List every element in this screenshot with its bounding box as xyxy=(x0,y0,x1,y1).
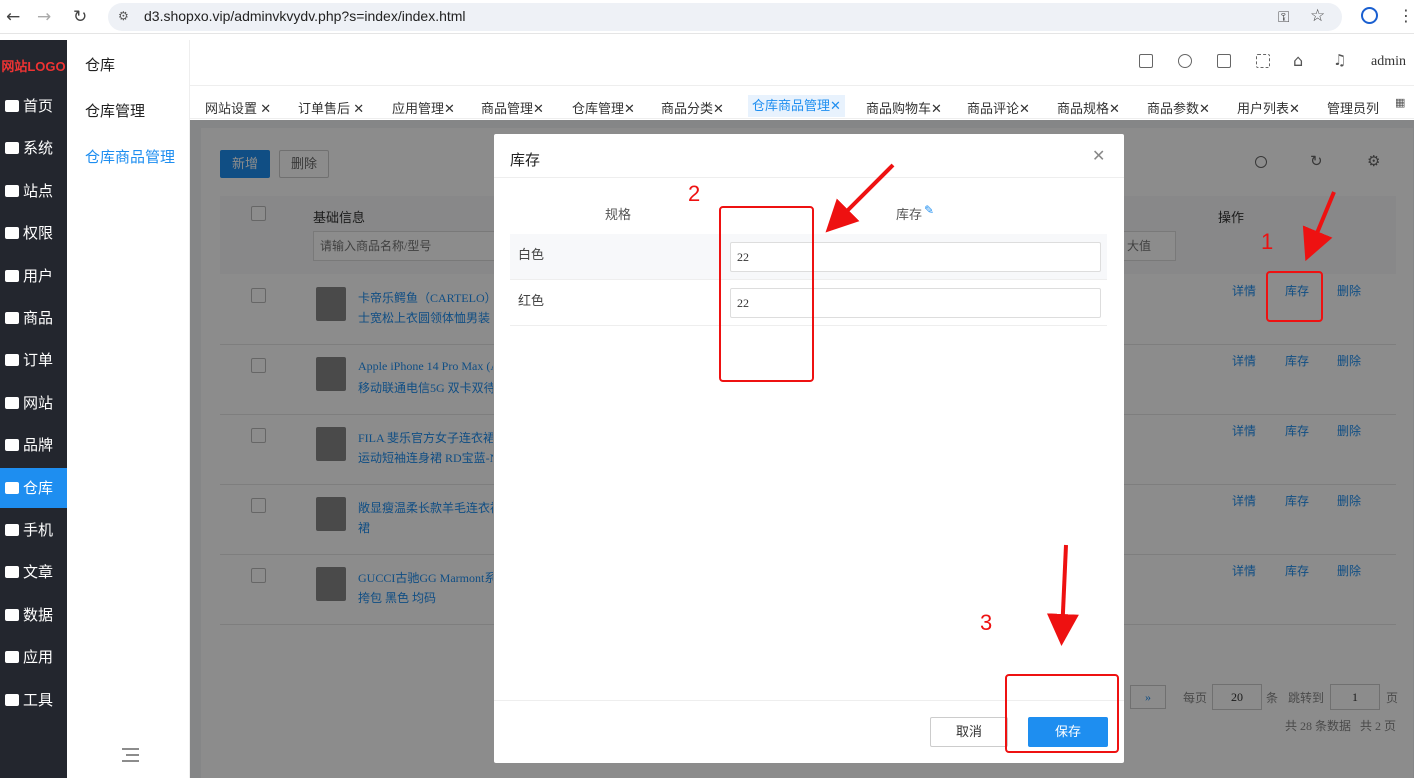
annotation-arrow-2 xyxy=(825,163,895,233)
annotation-arrow-1 xyxy=(1302,191,1336,262)
annotation-arrow-3 xyxy=(1046,544,1079,646)
annotation-arrows xyxy=(825,163,1336,646)
